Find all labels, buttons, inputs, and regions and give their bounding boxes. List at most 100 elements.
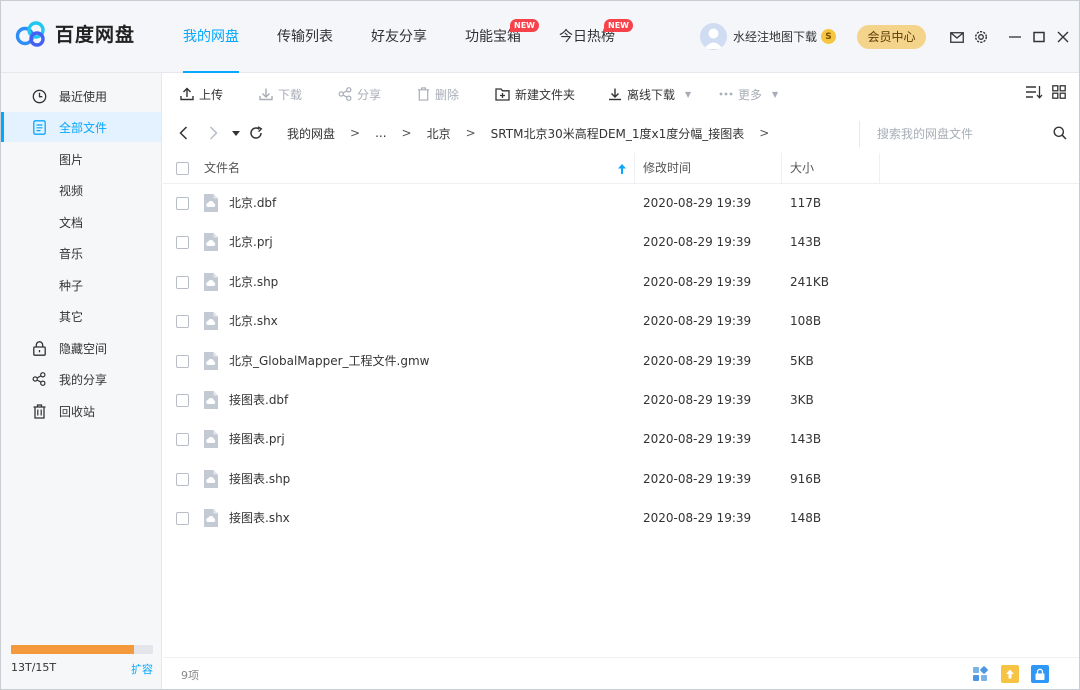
table-row[interactable]: 接图表.dbf 2020-08-29 19:39 3KB [163, 381, 1079, 420]
table-row[interactable]: 北京.dbf 2020-08-29 19:39 117B [163, 184, 1079, 223]
file-name[interactable]: 北京.shp [229, 263, 278, 302]
sidebar-item-recycle-bin[interactable]: 回收站 [1, 396, 161, 426]
new-folder-button[interactable]: 新建文件夹 [495, 85, 575, 103]
file-name[interactable]: 北京.shx [229, 302, 278, 341]
minimize-icon[interactable] [1003, 28, 1027, 46]
back-icon[interactable] [176, 125, 190, 141]
user-profile[interactable]: 水经注地图下载 S [700, 23, 837, 50]
download-button[interactable]: 下载 [259, 85, 302, 103]
nav-feature-box[interactable]: 功能宝箱 NEW [451, 1, 539, 73]
row-checkbox[interactable] [176, 472, 189, 486]
file-name[interactable]: 北京.prj [229, 223, 273, 262]
sidebar-item-others[interactable]: 其它 [1, 301, 161, 331]
row-checkbox[interactable] [176, 275, 189, 289]
upload-button[interactable]: 上传 [180, 85, 223, 103]
more-button[interactable]: 更多 ▼ [719, 85, 778, 103]
file-name[interactable]: 接图表.prj [229, 420, 285, 459]
sidebar-item-documents[interactable]: 文档 [1, 207, 161, 237]
breadcrumb-item-beijing[interactable]: 北京 [427, 125, 451, 142]
maximize-icon[interactable] [1027, 28, 1051, 46]
table-row[interactable]: 北京.prj 2020-08-29 19:39 143B [163, 223, 1079, 262]
file-modified-time: 2020-08-29 19:39 [643, 432, 752, 447]
app-name: 百度网盘 [55, 24, 136, 46]
row-checkbox[interactable] [176, 354, 189, 368]
file-size: 148B [790, 511, 822, 526]
file-name[interactable]: 接图表.shx [229, 499, 290, 538]
file-icon [201, 272, 221, 295]
file-name[interactable]: 接图表.shp [229, 460, 290, 499]
sidebar-item-label: 种子 [59, 278, 84, 293]
offline-download-label: 离线下载 [627, 87, 676, 102]
mail-icon[interactable] [945, 28, 969, 46]
grid-view-icon[interactable] [1052, 85, 1066, 99]
sidebar-item-images[interactable]: 图片 [1, 144, 161, 174]
title-bar: 百度网盘 我的网盘 传输列表 好友分享 功能宝箱 NEW 今日热榜 NEW 水经… [1, 1, 1079, 73]
close-icon[interactable] [1051, 28, 1075, 46]
upgrade-icon[interactable] [1001, 665, 1019, 683]
sidebar-item-label: 全部文件 [59, 120, 108, 135]
search-icon[interactable] [1053, 126, 1067, 143]
breadcrumb-separator-icon: > [465, 126, 476, 140]
row-checkbox[interactable] [176, 236, 189, 250]
sidebar-item-recent[interactable]: 最近使用 [1, 81, 161, 111]
history-dropdown-icon[interactable] [231, 125, 241, 141]
forward-icon[interactable] [206, 125, 220, 141]
expand-storage-link[interactable]: 扩容 [131, 661, 153, 677]
column-header-modified[interactable]: 修改时间 [643, 153, 691, 183]
share-button[interactable]: 分享 [338, 85, 381, 103]
nav-transfer-list[interactable]: 传输列表 [263, 1, 347, 73]
row-checkbox[interactable] [176, 433, 189, 447]
table-row[interactable]: 北京.shp 2020-08-29 19:39 241KB [163, 263, 1079, 302]
select-all-checkbox[interactable] [176, 162, 189, 175]
nav-today-trending[interactable]: 今日热榜 NEW [545, 1, 633, 73]
sidebar-item-my-shares[interactable]: 我的分享 [1, 364, 161, 394]
sidebar-item-label: 文档 [59, 215, 84, 230]
breadcrumb-separator-icon: > [759, 126, 770, 140]
file-name[interactable]: 接图表.dbf [229, 381, 288, 420]
column-header-size[interactable]: 大小 [790, 153, 814, 183]
row-checkbox[interactable] [176, 315, 189, 329]
sidebar-item-hidden-space[interactable]: 隐藏空间 [1, 333, 161, 363]
sidebar-item-music[interactable]: 音乐 [1, 238, 161, 268]
member-center-button[interactable]: 会员中心 [857, 25, 926, 49]
nav-friend-share[interactable]: 好友分享 [357, 1, 441, 73]
row-checkbox[interactable] [176, 394, 189, 407]
breadcrumb-item-collapsed[interactable]: ... [375, 126, 386, 140]
sidebar-item-videos[interactable]: 视频 [1, 175, 161, 205]
vip-coin-icon: S [821, 29, 837, 44]
lock-icon[interactable] [1031, 665, 1049, 683]
file-name[interactable]: 北京_GlobalMapper_工程文件.gmw [229, 342, 429, 381]
delete-button[interactable]: 删除 [417, 85, 459, 103]
file-modified-time: 2020-08-29 19:39 [643, 235, 752, 250]
table-row[interactable]: 北京.shx 2020-08-29 19:39 108B [163, 302, 1079, 341]
settings-gear-icon[interactable] [969, 28, 993, 46]
app-window: 百度网盘 我的网盘 传输列表 好友分享 功能宝箱 NEW 今日热榜 NEW 水经… [0, 0, 1080, 690]
sidebar-item-label: 回收站 [59, 404, 96, 419]
storage-progress-bar [11, 645, 153, 654]
column-header-name[interactable]: 文件名 [204, 153, 240, 183]
sidebar-item-torrents[interactable]: 种子 [1, 270, 161, 300]
nav-my-disk[interactable]: 我的网盘 [169, 1, 253, 73]
search-box [859, 121, 1073, 147]
breadcrumb-item-current-folder[interactable]: SRTM北京30米高程DEM_1度x1度分幅_接图表 [491, 125, 745, 142]
breadcrumb-item-my-disk[interactable]: 我的网盘 [287, 125, 335, 142]
download-icon [259, 88, 273, 101]
offline-download-button[interactable]: 离线下载 ▼ [608, 85, 691, 103]
file-name[interactable]: 北京.dbf [229, 184, 276, 223]
table-row[interactable]: 接图表.shx 2020-08-29 19:39 148B [163, 499, 1079, 538]
table-row[interactable]: 北京_GlobalMapper_工程文件.gmw 2020-08-29 19:39… [163, 342, 1079, 381]
avatar[interactable] [700, 23, 727, 50]
status-bar: 9项 [163, 657, 1079, 689]
row-checkbox[interactable] [176, 197, 189, 210]
new-folder-label: 新建文件夹 [515, 87, 576, 102]
item-count: 9项 [181, 669, 199, 682]
search-input[interactable] [877, 127, 1047, 141]
sort-icon[interactable] [1025, 85, 1043, 99]
apps-grid-icon[interactable] [971, 665, 989, 683]
refresh-icon[interactable] [248, 125, 264, 141]
table-row[interactable]: 接图表.shp 2020-08-29 19:39 916B [163, 460, 1079, 499]
sort-ascending-icon[interactable] [618, 153, 630, 183]
row-checkbox[interactable] [176, 512, 189, 526]
sidebar-item-all-files[interactable]: 全部文件 [1, 112, 161, 142]
table-row[interactable]: 接图表.prj 2020-08-29 19:39 143B [163, 420, 1079, 459]
